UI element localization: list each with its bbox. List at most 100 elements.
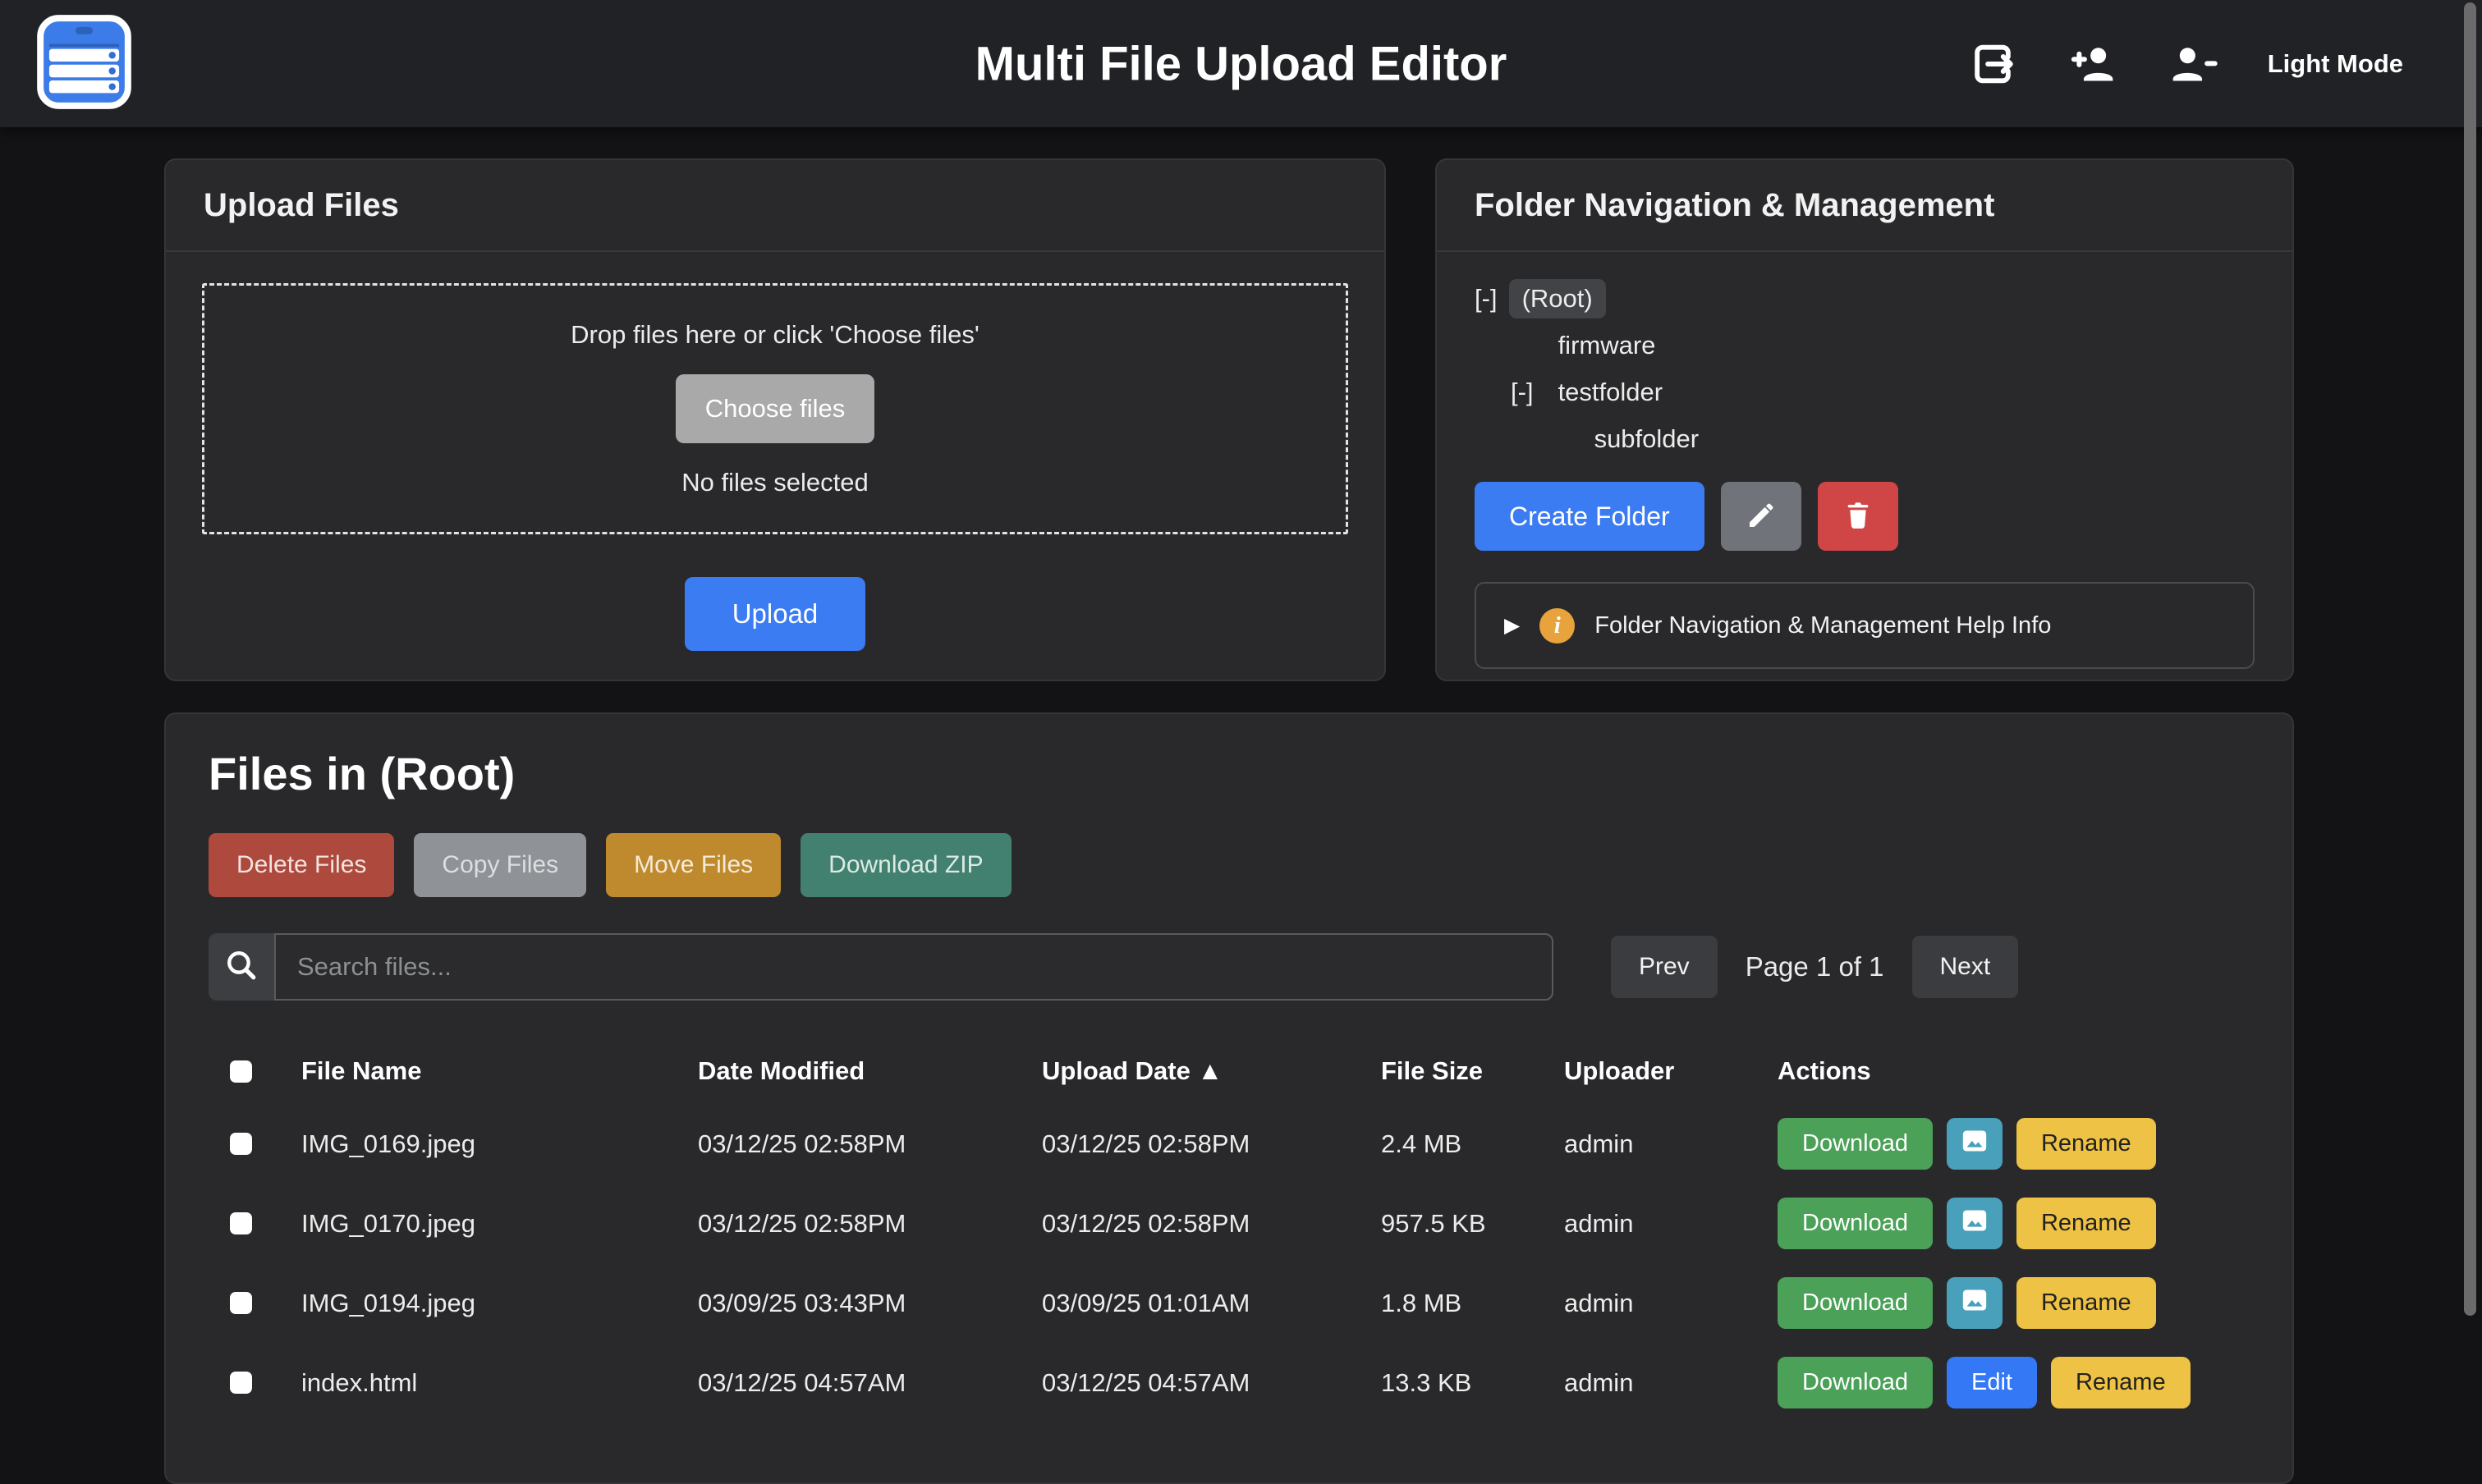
app-header: Multi File Upload Editor [0, 0, 2482, 127]
upload-date: 03/12/25 04:57AM [1042, 1368, 1381, 1398]
search-input[interactable] [274, 933, 1553, 1001]
row-actions: Download Rename [1778, 1118, 2250, 1170]
image-preview-button[interactable] [1947, 1198, 2003, 1249]
files-panel: Files in (Root) Delete Files Copy Files … [164, 712, 2294, 1484]
delete-files-button[interactable]: Delete Files [209, 833, 394, 897]
choose-files-button[interactable]: Choose files [676, 374, 875, 443]
folder-actions: Create Folder [1475, 482, 2255, 551]
date-modified: 03/12/25 04:57AM [698, 1368, 1042, 1398]
file-dropzone[interactable]: Drop files here or click 'Choose files' … [202, 283, 1348, 534]
folder-help-box[interactable]: ▶ i Folder Navigation & Management Help … [1475, 582, 2255, 669]
pagination: Prev Page 1 of 1 Next [1611, 936, 2018, 998]
files-panel-title: Files in (Root) [209, 747, 2250, 800]
move-files-button[interactable]: Move Files [606, 833, 781, 897]
table-header-row: File Name Date Modified Upload Date ▲ Fi… [209, 1038, 2250, 1104]
tree-label[interactable]: testfolder [1545, 373, 1677, 412]
col-date-modified: Date Modified [698, 1056, 1042, 1086]
row-checkbox[interactable] [230, 1292, 252, 1314]
rename-button[interactable]: Rename [2016, 1198, 2156, 1249]
row-actions: Download Rename [1778, 1198, 2250, 1249]
delete-folder-button[interactable] [1818, 482, 1898, 551]
prev-page-button[interactable]: Prev [1611, 936, 1718, 998]
file-name: index.html [301, 1368, 698, 1398]
upload-date: 03/12/25 02:58PM [1042, 1129, 1381, 1159]
copy-files-button[interactable]: Copy Files [414, 833, 586, 897]
server-logo-icon [36, 14, 132, 110]
rename-folder-button[interactable] [1721, 482, 1801, 551]
folder-tree-item[interactable]: [-] subfolder [1475, 415, 2255, 462]
edit-button[interactable]: Edit [1947, 1357, 2037, 1408]
tree-label[interactable]: (Root) [1509, 279, 1606, 318]
row-checkbox-cell [230, 1292, 301, 1314]
select-all-checkbox[interactable] [230, 1060, 252, 1083]
search-row: Prev Page 1 of 1 Next [209, 933, 2250, 1001]
header-actions: Light Mode [1967, 0, 2403, 127]
app-logo [36, 14, 132, 114]
page-indicator: Page 1 of 1 [1746, 951, 1884, 982]
trash-icon [1841, 498, 1875, 535]
col-file-size: File Size [1381, 1056, 1564, 1086]
expander-arrow-icon[interactable]: ▶ [1504, 613, 1520, 638]
row-checkbox-cell [230, 1133, 301, 1155]
uploader: admin [1564, 1289, 1778, 1318]
rename-button[interactable]: Rename [2016, 1118, 2156, 1170]
image-icon [1958, 1124, 1991, 1164]
upload-date: 03/12/25 02:58PM [1042, 1209, 1381, 1239]
folder-help-label: Folder Navigation & Management Help Info [1594, 612, 2051, 639]
add-user-icon[interactable] [2067, 39, 2118, 89]
download-button[interactable]: Download [1778, 1118, 1933, 1170]
light-mode-toggle[interactable]: Light Mode [2268, 49, 2403, 79]
folder-tree-item[interactable]: [-] (Root) [1475, 275, 2255, 322]
search-icon [223, 946, 260, 988]
row-checkbox[interactable] [230, 1372, 252, 1394]
upload-date: 03/09/25 01:01AM [1042, 1289, 1381, 1318]
tree-label[interactable]: firmware [1545, 326, 1669, 365]
download-button[interactable]: Download [1778, 1198, 1933, 1249]
col-upload-date[interactable]: Upload Date ▲ [1042, 1056, 1381, 1086]
image-icon [1958, 1284, 1991, 1323]
row-checkbox-cell [230, 1212, 301, 1234]
file-size: 2.4 MB [1381, 1129, 1564, 1159]
date-modified: 03/12/25 02:58PM [698, 1129, 1042, 1159]
next-page-button[interactable]: Next [1912, 936, 2019, 998]
logout-icon[interactable] [1967, 39, 2018, 89]
download-button[interactable]: Download [1778, 1277, 1933, 1329]
upload-panel-title: Upload Files [166, 160, 1384, 252]
file-name: IMG_0194.jpeg [301, 1289, 698, 1318]
pencil-icon [1744, 498, 1778, 535]
image-preview-button[interactable] [1947, 1118, 2003, 1170]
uploader: admin [1564, 1129, 1778, 1159]
uploader: admin [1564, 1209, 1778, 1239]
download-zip-button[interactable]: Download ZIP [801, 833, 1011, 897]
col-uploader: Uploader [1564, 1056, 1778, 1086]
table-row: IMG_0169.jpeg 03/12/25 02:58PM 03/12/25 … [209, 1104, 2250, 1184]
page-scrollbar[interactable] [2464, 2, 2476, 1316]
remove-user-icon[interactable] [2168, 39, 2218, 89]
download-button[interactable]: Download [1778, 1357, 1933, 1408]
rename-button[interactable]: Rename [2016, 1277, 2156, 1329]
tree-toggle[interactable]: [-] [1475, 284, 1498, 314]
row-checkbox[interactable] [230, 1212, 252, 1234]
rename-button[interactable]: Rename [2051, 1357, 2191, 1408]
row-actions: Download Rename [1778, 1277, 2250, 1329]
page-title: Multi File Upload Editor [975, 36, 1507, 91]
file-name: IMG_0170.jpeg [301, 1209, 698, 1239]
image-icon [1958, 1204, 1991, 1244]
file-name: IMG_0169.jpeg [301, 1129, 698, 1159]
table-row: IMG_0194.jpeg 03/09/25 03:43PM 03/09/25 … [209, 1263, 2250, 1343]
row-checkbox[interactable] [230, 1133, 252, 1155]
folder-tree-item[interactable]: [-] firmware [1475, 322, 2255, 369]
tree-label[interactable]: subfolder [1581, 419, 1713, 459]
row-checkbox-cell [230, 1372, 301, 1394]
image-preview-button[interactable] [1947, 1277, 2003, 1329]
file-size: 1.8 MB [1381, 1289, 1564, 1318]
search-icon-box [209, 933, 274, 1001]
create-folder-button[interactable]: Create Folder [1475, 482, 1704, 551]
file-size: 13.3 KB [1381, 1368, 1564, 1398]
folder-tree-item[interactable]: [-] testfolder [1475, 369, 2255, 415]
tree-toggle[interactable]: [-] [1511, 378, 1534, 407]
upload-button[interactable]: Upload [685, 577, 866, 651]
date-modified: 03/09/25 03:43PM [698, 1289, 1042, 1318]
upload-button-row: Upload [202, 577, 1348, 651]
folder-tree: [-] (Root) [-] firmware [-] testfolder [… [1475, 275, 2255, 462]
